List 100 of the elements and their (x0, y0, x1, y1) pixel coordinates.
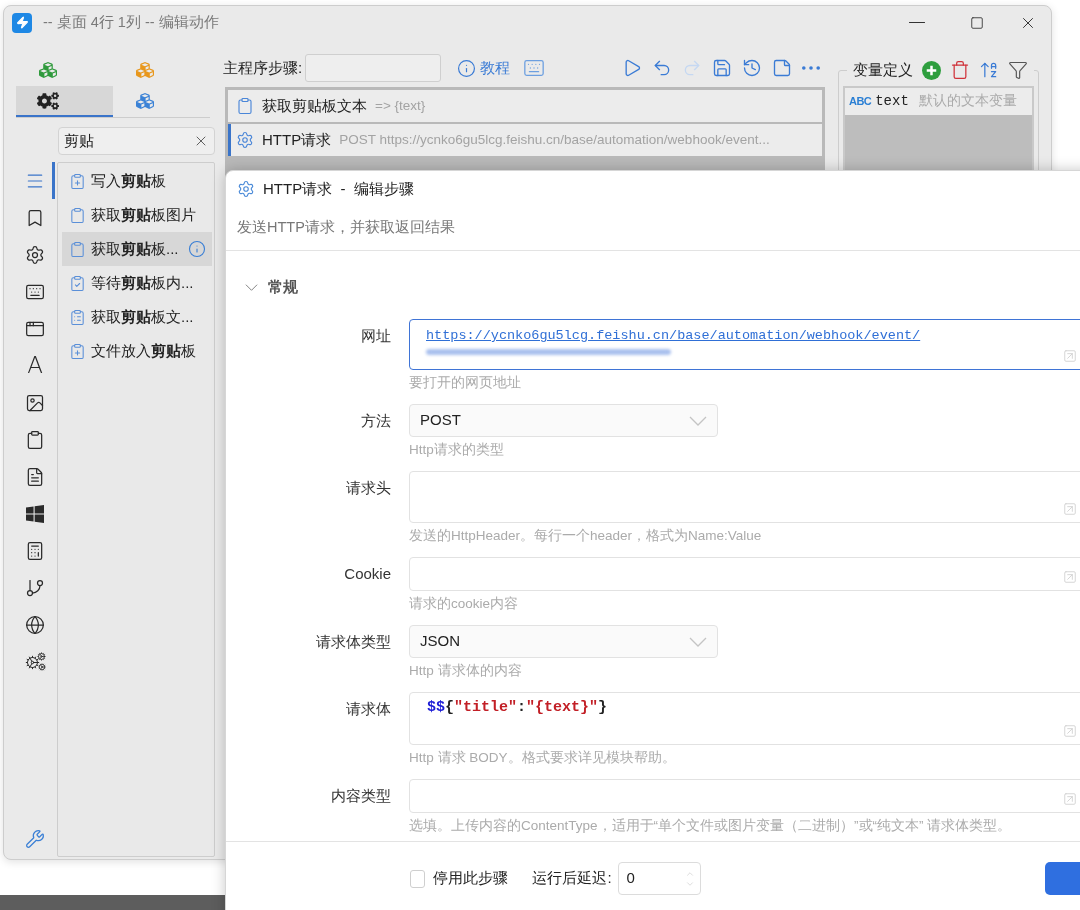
app-logo-icon (12, 12, 32, 33)
gears-icon (24, 652, 46, 671)
field-label: 请求体 (346, 699, 391, 719)
field-label: 网址 (361, 326, 391, 346)
text-field[interactable] (409, 557, 1080, 591)
undo-button[interactable] (652, 58, 672, 78)
step-detail: => {text} (375, 96, 426, 115)
field-hint: 发送的HttpHeader。每行一个header，格式为Name:Value (409, 527, 762, 545)
calculator-icon (25, 540, 45, 561)
minimize-icon (909, 21, 925, 24)
field-hint: Http请求的类型 (409, 441, 504, 459)
settings-icon (25, 244, 45, 265)
clipboard-icon (69, 206, 86, 224)
windows-logo-icon (26, 504, 44, 523)
settings-icon (236, 131, 254, 149)
keyboard-button[interactable] (523, 57, 546, 79)
action-item[interactable]: 获取剪贴板... (62, 232, 212, 266)
field-label: 方法 (361, 411, 391, 431)
add-variable-button[interactable] (922, 60, 941, 80)
clipboard-plus-icon (69, 172, 86, 190)
expand-icon (1063, 502, 1077, 516)
redo-icon (682, 58, 702, 78)
field-label: Cookie (344, 564, 391, 584)
document-icon (25, 466, 45, 487)
step-row[interactable]: 获取剪贴板文本 => {text} (228, 90, 822, 122)
chevron-down-icon (689, 636, 707, 647)
dropdown-select[interactable]: JSON (409, 625, 718, 658)
delete-button[interactable] (950, 60, 970, 80)
action-item[interactable]: 等待剪贴板内... (62, 266, 212, 300)
history-button[interactable] (742, 58, 762, 78)
expand-icon (1063, 724, 1077, 738)
delay-label: 运行后延迟: (532, 868, 612, 889)
sort-button[interactable] (979, 60, 999, 80)
panel-title: 变量定义 (853, 59, 913, 80)
dialog-title: HTTP请求 - 编辑步骤 (263, 178, 414, 199)
variable-description: 默认的文本变量 (918, 92, 1017, 111)
action-item[interactable]: 获取剪贴板文... (62, 300, 212, 334)
filter-icon (1008, 60, 1028, 80)
gears-icon (37, 91, 59, 110)
delay-input[interactable]: 0 (617, 862, 702, 895)
clipboard-plus-icon (69, 342, 86, 360)
category-tab[interactable]: A (4, 347, 55, 384)
clipboard-icon (236, 97, 254, 115)
action-item[interactable]: 写入剪贴板 (62, 164, 212, 198)
filter-button[interactable] (1008, 60, 1028, 80)
tutorial-link[interactable]: 教程 (457, 56, 511, 80)
palette-tab[interactable] (16, 86, 113, 117)
chevron-down-icon (245, 283, 258, 291)
steps-label: 主程序步骤: (222, 57, 303, 78)
more-icon (802, 66, 820, 70)
maximize-icon (970, 15, 984, 30)
section-toggle[interactable]: 常规 (245, 277, 298, 297)
undo-icon (652, 58, 672, 78)
field-hint: Http 请求体的内容 (409, 662, 522, 680)
note-button[interactable] (772, 58, 792, 78)
expand-icon (1063, 792, 1077, 806)
plus-circle-icon (922, 60, 941, 80)
field-label: 内容类型 (331, 786, 391, 806)
dropdown-select[interactable]: POST (409, 404, 718, 437)
dialog-description: 发送HTTP请求，并获取返回结果 (237, 218, 455, 237)
disable-checkbox[interactable] (410, 869, 426, 888)
variable-type-label: ABC (849, 94, 872, 110)
text-field[interactable] (409, 779, 1080, 813)
search-field[interactable]: 剪贴 (58, 127, 215, 155)
window-title: -- 桌面 4行 1列 -- 编辑动作 (43, 12, 219, 32)
save-icon (712, 58, 732, 78)
url-field[interactable]: https://ycnko6gu5lcg.feishu.cn/base/automation/webhook/event/ (409, 319, 1080, 370)
field-hint: Http 请求 BODY。格式要求详见模块帮助。 (409, 749, 676, 767)
step-detail: POST https://ycnko6gu5lcg.feishu.cn/base/automation/webhook/event... (339, 130, 770, 149)
trash-icon (950, 60, 970, 80)
wrench-icon (25, 828, 45, 849)
step-row[interactable]: HTTP请求 POST https://ycnko6gu5lcg.feishu.cn/base/automation/webhook/event... (228, 124, 822, 156)
note-icon (772, 58, 792, 78)
save-button[interactable] (712, 58, 732, 78)
checkbox-label[interactable]: 停用此步骤 (433, 867, 509, 890)
chevron-down-icon (689, 415, 707, 426)
step-name: 获取剪贴板文本 (262, 95, 367, 116)
globe-icon (25, 614, 45, 635)
clipboard-icon (25, 429, 45, 450)
field-hint: 请求的cookie内容 (409, 595, 519, 613)
branch-icon (25, 577, 45, 598)
history-icon (742, 58, 762, 78)
clipboard-list-icon (69, 308, 86, 326)
action-item[interactable]: 文件放入剪贴板 (62, 334, 212, 368)
sort-icon (979, 60, 999, 80)
variable-row[interactable]: ABC text 默认的文本变量 (845, 88, 1032, 115)
clipboard-check-icon (69, 274, 86, 292)
action-item[interactable]: 获取剪贴板图片 (62, 198, 212, 232)
step-name-field[interactable] (305, 54, 442, 82)
step-name: HTTP请求 (262, 129, 332, 150)
info-icon (457, 58, 477, 78)
image-icon (25, 392, 45, 413)
field-hint: 选填。上传内容的ContentType，适用于“单个文件或图片变量（二进制）”或“纯文本” 请求体类型。 (409, 817, 1012, 835)
field-hint: 要打开的网页地址 (409, 374, 521, 392)
clipboard-icon (69, 240, 86, 258)
field-label: 请求体类型 (316, 632, 391, 652)
expand-icon (1063, 349, 1077, 363)
settings-icon (237, 180, 255, 198)
keyboard-icon (523, 57, 546, 79)
code-editor[interactable]: $${"title":"{text}"} (409, 692, 1080, 745)
